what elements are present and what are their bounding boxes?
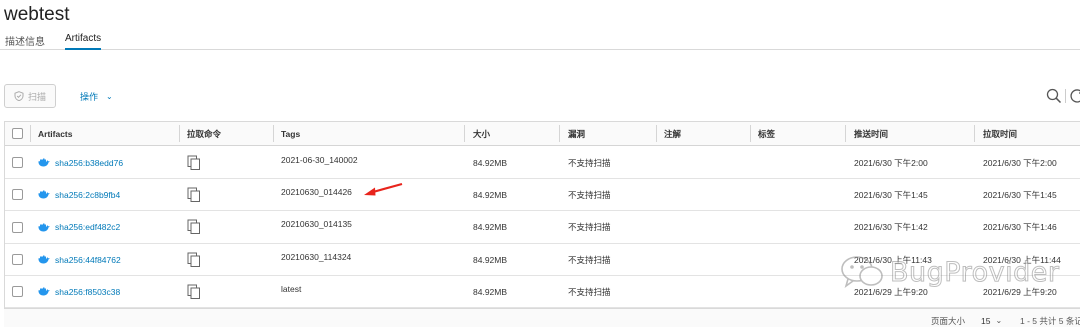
table-row[interactable]: sha256:2c8b9fb4 20210630_014426 84.92MB … bbox=[5, 179, 1080, 211]
column-header-pull-time[interactable]: 拉取时间 bbox=[983, 122, 1017, 145]
tag-cell: 20210630_014135 bbox=[281, 219, 352, 229]
pull-time-cell: 2021/6/30 下午2:00 bbox=[983, 157, 1057, 168]
docker-icon bbox=[38, 287, 50, 296]
wechat-icon bbox=[841, 256, 883, 288]
copy-icon[interactable] bbox=[187, 252, 201, 268]
page-size-label: 页面大小 bbox=[931, 316, 966, 326]
tab-artifacts[interactable]: Artifacts bbox=[65, 33, 102, 50]
page-title: webtest bbox=[4, 4, 70, 25]
push-time-cell: 2021/6/30 下午1:42 bbox=[854, 222, 928, 232]
scan-button-label: 扫描 bbox=[27, 91, 46, 102]
toolbar-divider bbox=[1065, 89, 1066, 103]
size-cell: 84.92MB bbox=[473, 222, 508, 232]
watermark-text: BugProvider bbox=[889, 256, 1060, 288]
column-divider bbox=[273, 125, 274, 142]
column-header-vulnerabilities[interactable]: 漏洞 bbox=[568, 122, 585, 145]
tag-cell: 20210630_114324 bbox=[281, 252, 352, 262]
copy-icon[interactable] bbox=[187, 155, 201, 171]
docker-icon bbox=[38, 223, 50, 231]
chevron-down-icon: ⌄ bbox=[106, 92, 113, 101]
row-checkbox[interactable] bbox=[12, 157, 23, 168]
column-header-labels[interactable]: 标签 bbox=[758, 122, 775, 145]
refresh-icon[interactable] bbox=[1069, 88, 1080, 104]
select-all-checkbox[interactable] bbox=[12, 128, 23, 139]
artifact-digest: sha256:f8503c38 bbox=[55, 286, 121, 297]
vulnerability-cell: 不支持扫描 bbox=[568, 157, 611, 168]
row-checkbox[interactable] bbox=[12, 254, 23, 265]
size-cell: 84.92MB bbox=[473, 189, 508, 200]
vulnerability-cell: 不支持扫描 bbox=[568, 189, 611, 200]
table-row[interactable]: sha256:edf482c2 20210630_014135 84.92MB … bbox=[5, 211, 1080, 244]
copy-icon[interactable] bbox=[187, 284, 201, 300]
push-time-cell: 2021/6/30 下午2:00 bbox=[854, 157, 928, 168]
artifacts-table: Artifacts 拉取命令 Tags 大小 漏洞 注解 标签 推送时间 拉取时… bbox=[4, 121, 1080, 327]
watermark: BugProvider bbox=[840, 255, 1059, 289]
column-header-annotations[interactable]: 注解 bbox=[664, 122, 681, 145]
search-icon[interactable] bbox=[1046, 88, 1062, 104]
page-size-select[interactable]: 15 ⌄ bbox=[979, 313, 1011, 327]
tag-cell: 2021-06-30_140002 bbox=[281, 155, 358, 165]
actions-dropdown[interactable]: 操作 ⌄ bbox=[80, 90, 113, 103]
artifact-digest: sha256:b38edd76 bbox=[55, 157, 124, 168]
pull-time-cell: 2021/6/30 下午1:45 bbox=[983, 189, 1057, 200]
tag-cell: latest bbox=[281, 284, 302, 294]
pagination-count: 1 - 5 共计 5 条记 bbox=[1020, 316, 1080, 326]
docker-icon bbox=[38, 255, 50, 264]
column-header-pull-command[interactable]: 拉取命令 bbox=[187, 122, 221, 145]
vulnerability-cell: 不支持扫描 bbox=[568, 222, 611, 232]
artifact-link[interactable]: sha256:44f84762 bbox=[38, 244, 121, 275]
column-header-push-time[interactable]: 推送时间 bbox=[854, 122, 888, 145]
artifact-link[interactable]: sha256:2c8b9fb4 bbox=[38, 179, 120, 210]
column-divider bbox=[974, 125, 975, 142]
row-checkbox[interactable] bbox=[12, 286, 23, 297]
column-divider bbox=[656, 125, 657, 142]
docker-icon bbox=[38, 190, 50, 199]
column-divider bbox=[559, 125, 560, 142]
scan-button[interactable]: 扫描 bbox=[4, 84, 56, 108]
column-divider bbox=[464, 125, 465, 142]
artifact-link[interactable]: sha256:f8503c38 bbox=[38, 276, 120, 307]
table-header: Artifacts 拉取命令 Tags 大小 漏洞 注解 标签 推送时间 拉取时… bbox=[5, 122, 1080, 146]
row-checkbox[interactable] bbox=[12, 221, 23, 233]
copy-icon[interactable] bbox=[187, 219, 201, 235]
pull-time-cell: 2021/6/30 下午1:46 bbox=[983, 222, 1057, 232]
vulnerability-cell: 不支持扫描 bbox=[568, 286, 611, 297]
shield-icon bbox=[14, 91, 24, 101]
column-divider bbox=[750, 125, 751, 142]
red-arrow-annotation bbox=[364, 182, 403, 196]
column-divider bbox=[30, 125, 31, 142]
tab-bar: 描述信息 Artifacts bbox=[0, 30, 1080, 50]
size-cell: 84.92MB bbox=[473, 157, 508, 168]
artifact-link[interactable]: sha256:b38edd76 bbox=[38, 147, 123, 178]
actions-dropdown-label: 操作 bbox=[80, 92, 99, 102]
column-header-size[interactable]: 大小 bbox=[473, 122, 490, 145]
size-cell: 84.92MB bbox=[473, 286, 508, 297]
size-cell: 84.92MB bbox=[473, 254, 508, 265]
row-checkbox[interactable] bbox=[12, 189, 23, 200]
column-divider bbox=[179, 125, 180, 142]
column-header-tags[interactable]: Tags bbox=[281, 122, 300, 145]
chevron-down-icon: ⌄ bbox=[995, 316, 1003, 325]
push-time-cell: 2021/6/30 下午1:45 bbox=[854, 189, 928, 200]
column-header-artifacts[interactable]: Artifacts bbox=[38, 122, 72, 145]
docker-icon bbox=[38, 158, 50, 167]
artifact-digest: sha256:44f84762 bbox=[55, 254, 121, 265]
column-divider bbox=[845, 125, 846, 142]
vulnerability-cell: 不支持扫描 bbox=[568, 254, 611, 265]
artifact-link[interactable]: sha256:edf482c2 bbox=[38, 211, 120, 243]
select-all-cell bbox=[12, 122, 23, 145]
page-size-value: 15 bbox=[981, 315, 991, 326]
table-footer: 页面大小 15 ⌄ 1 - 5 共计 5 条记 bbox=[4, 308, 1080, 327]
artifact-digest: sha256:edf482c2 bbox=[55, 222, 121, 232]
copy-icon[interactable] bbox=[187, 187, 201, 203]
table-row[interactable]: sha256:b38edd76 2021-06-30_140002 84.92M… bbox=[5, 147, 1080, 179]
artifact-digest: sha256:2c8b9fb4 bbox=[55, 189, 121, 200]
tag-cell: 20210630_014426 bbox=[281, 187, 352, 197]
tab-description[interactable]: 描述信息 bbox=[5, 33, 45, 52]
